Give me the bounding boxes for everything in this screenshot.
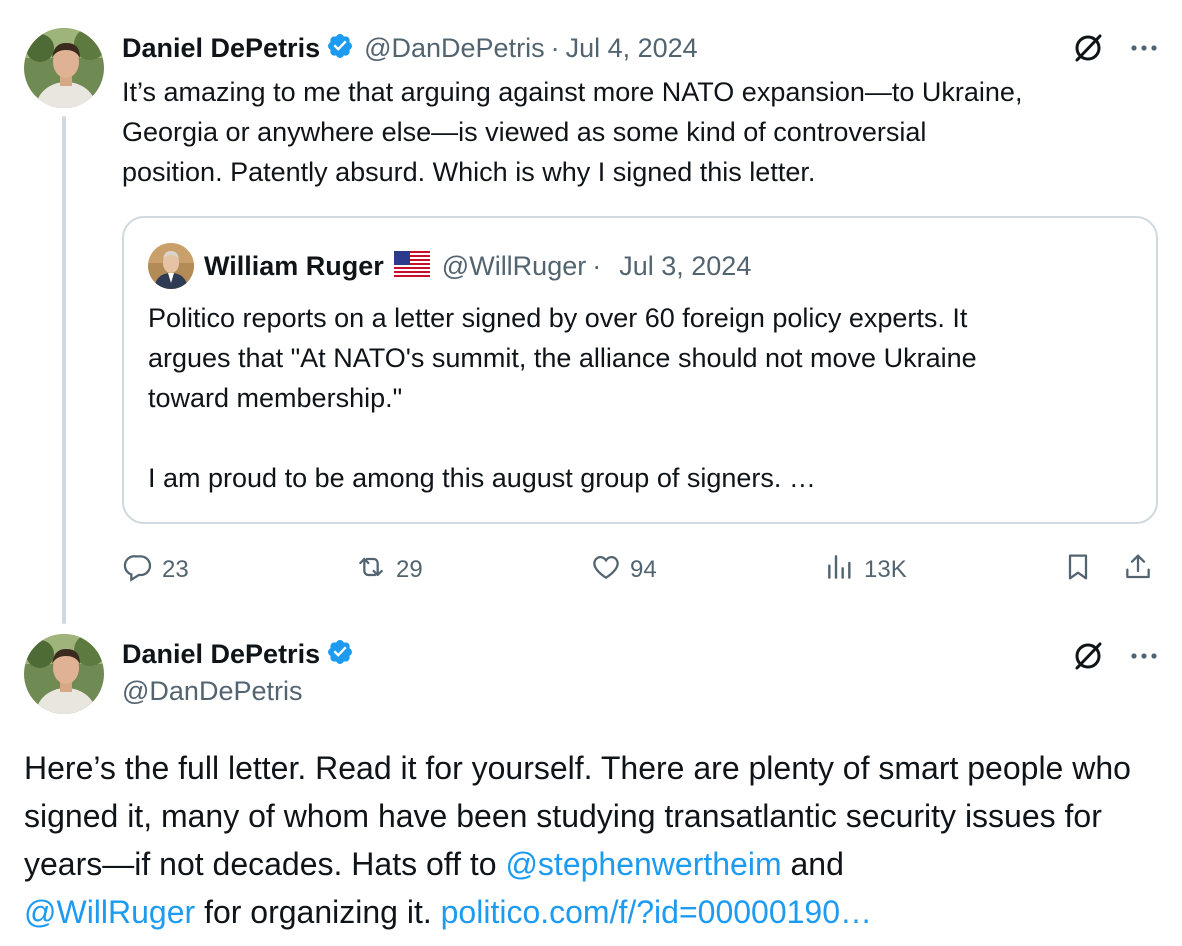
quoted-tweet-date[interactable]: Jul 3, 2024 xyxy=(619,251,751,282)
mention-link[interactable]: @stephenwertheim xyxy=(505,846,781,882)
verified-badge-icon xyxy=(326,638,354,671)
views-count: 13K xyxy=(864,556,907,583)
tweet-body-text: for organizing it. xyxy=(195,894,441,930)
author-handle[interactable]: @DanDePetris xyxy=(122,676,354,710)
tweet-header: Daniel DePetris @DanDePetris · Jul 4, 20… xyxy=(122,30,698,66)
reply-count: 23 xyxy=(162,556,189,583)
tweet-text: Here’s the full letter. Read it for your… xyxy=(24,744,1164,936)
thread-connector-line xyxy=(62,116,66,624)
tweet-header: Daniel DePetris @DanDePetris xyxy=(122,636,354,710)
more-icon[interactable] xyxy=(1128,640,1160,677)
share-icon xyxy=(1122,550,1154,591)
tweet-top-icons xyxy=(1072,640,1160,677)
bookmark-button[interactable] xyxy=(1062,548,1094,592)
tweet-action-bar: 23 29 94 13K xyxy=(122,548,1162,592)
like-button[interactable]: 94 xyxy=(590,548,657,592)
share-button[interactable] xyxy=(1122,548,1154,592)
author-handle[interactable]: @DanDePetris xyxy=(364,33,544,64)
avatar[interactable] xyxy=(24,28,104,108)
author-name[interactable]: Daniel DePetris xyxy=(122,33,320,64)
quoted-avatar xyxy=(148,243,194,289)
bookmark-icon xyxy=(1062,550,1094,591)
avatar[interactable] xyxy=(24,634,104,714)
repost-count: 29 xyxy=(396,556,423,583)
quoted-tweet-text: Politico reports on a letter signed by o… xyxy=(148,303,977,493)
repost-icon xyxy=(354,551,388,590)
views-icon xyxy=(824,551,856,590)
reply-icon xyxy=(122,551,154,590)
mention-link[interactable]: @WillRuger xyxy=(24,894,195,930)
quoted-tweet-header: William Ruger @WillRuger · Jul 3, 2024 xyxy=(148,243,751,289)
author-name[interactable]: Daniel DePetris xyxy=(122,639,320,670)
separator-dot: · xyxy=(592,250,602,281)
like-count: 94 xyxy=(630,556,657,583)
tweet-body: It’s amazing to me that arguing against … xyxy=(122,77,1023,187)
tweet-body-text: and xyxy=(781,846,844,882)
like-icon xyxy=(590,551,622,590)
grok-icon[interactable] xyxy=(1072,32,1104,69)
more-icon[interactable] xyxy=(1128,32,1160,69)
separator-dot: · xyxy=(550,32,560,63)
reply-button[interactable]: 23 xyxy=(122,548,189,592)
tweet-text: It’s amazing to me that arguing against … xyxy=(122,72,1162,192)
quoted-author-name[interactable]: William Ruger xyxy=(204,251,384,282)
quoted-author-handle[interactable]: @WillRuger xyxy=(442,251,586,282)
tweet-top-icons xyxy=(1072,32,1160,69)
repost-button[interactable]: 29 xyxy=(354,548,423,592)
verified-badge-icon xyxy=(326,32,354,65)
grok-icon[interactable] xyxy=(1072,640,1104,677)
us-flag-icon xyxy=(393,250,430,282)
external-link[interactable]: politico.com/f/?id=00000190… xyxy=(441,894,872,930)
views-button[interactable]: 13K xyxy=(824,548,907,592)
tweet-date[interactable]: Jul 4, 2024 xyxy=(566,33,698,64)
quoted-tweet-card[interactable]: William Ruger @WillRuger · Jul 3, 2024 P… xyxy=(122,216,1158,524)
